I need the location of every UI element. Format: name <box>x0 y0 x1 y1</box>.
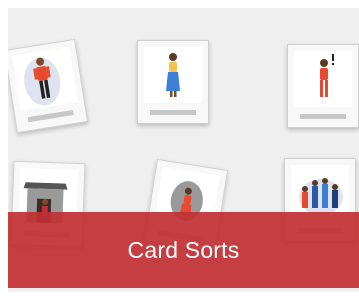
card-caption-bar <box>27 110 74 123</box>
card-collage: Card Sorts <box>8 8 359 292</box>
card-caption-bar <box>300 114 346 119</box>
banner-title: Card Sorts <box>127 236 240 263</box>
card-woman-exclaiming <box>287 44 359 128</box>
man-standing-icon <box>24 57 61 106</box>
card-sorts-tile[interactable]: Card Sorts <box>0 0 359 304</box>
woman-standing-icon <box>166 53 180 97</box>
title-banner[interactable]: Card Sorts <box>8 212 359 288</box>
woman-exclaiming-icon <box>320 54 334 97</box>
card-man <box>8 38 89 134</box>
card-woman <box>137 40 209 124</box>
card-caption-bar <box>150 110 196 115</box>
